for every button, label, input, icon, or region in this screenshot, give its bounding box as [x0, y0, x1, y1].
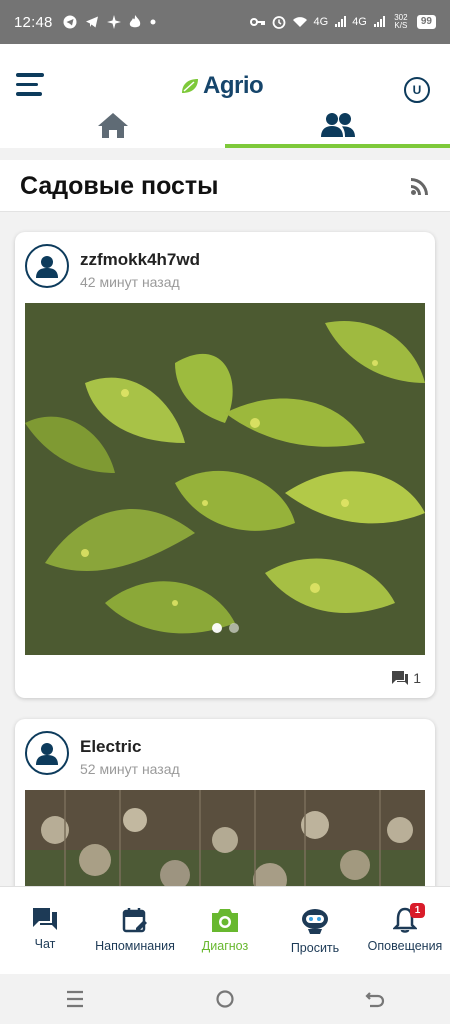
- home-icon: [97, 113, 128, 138]
- flame-icon: [129, 15, 140, 28]
- nav-notifications-label: Оповещения: [367, 939, 443, 953]
- tab-community[interactable]: [225, 108, 450, 148]
- user-initial: U: [412, 83, 422, 97]
- tab-home[interactable]: [0, 108, 225, 148]
- menu-icon-bar: [16, 92, 42, 96]
- user-profile-button[interactable]: U: [404, 77, 430, 103]
- calendar-icon: [122, 908, 147, 933]
- user-icon: [36, 256, 58, 278]
- system-icons: 4G 4G 302 K/S 99: [249, 13, 436, 30]
- signal-icon-2: [373, 16, 385, 27]
- menu-icon-bar: [16, 82, 38, 86]
- battery-indicator: 99: [416, 15, 436, 29]
- speed-label: 302 K/S: [394, 13, 408, 30]
- nav-reminders-label: Напоминания: [95, 939, 175, 953]
- page-title: Садовые посты: [20, 172, 219, 200]
- comments-button[interactable]: 1: [391, 670, 421, 686]
- system-navigation-bar: [0, 974, 450, 1024]
- rss-icon[interactable]: [410, 176, 430, 196]
- notification-badge: 1: [410, 903, 425, 918]
- post-author[interactable]: Electric: [80, 737, 141, 757]
- nav-ask-label: Просить: [290, 941, 340, 955]
- status-time: 12:48: [14, 13, 53, 31]
- recent-apps-icon[interactable]: [65, 990, 85, 1008]
- community-icon: [320, 113, 355, 137]
- carousel-dot[interactable]: [211, 623, 222, 633]
- menu-icon-bar: [16, 73, 44, 77]
- nav-ask[interactable]: Просить: [270, 887, 360, 974]
- app-name: Agrio: [203, 72, 264, 99]
- telegram-plane-icon: [85, 16, 98, 28]
- network-label-2: 4G: [352, 16, 367, 28]
- dot-icon: [150, 19, 156, 25]
- post-author[interactable]: zzfmokk4h7wd: [80, 250, 200, 270]
- signal-icon: [335, 16, 347, 27]
- post-time: 42 минут назад: [80, 274, 180, 290]
- post-image[interactable]: [25, 303, 425, 655]
- camera-icon: [212, 909, 238, 932]
- carousel-dot[interactable]: [228, 623, 239, 633]
- avatar[interactable]: [25, 244, 69, 288]
- nav-notifications[interactable]: 1 Оповещения: [360, 887, 450, 974]
- menu-button[interactable]: [16, 73, 44, 96]
- home-button-icon[interactable]: [215, 989, 235, 1009]
- back-icon[interactable]: [365, 990, 385, 1008]
- app-header: Agrio U: [0, 44, 450, 148]
- robot-icon: [302, 909, 328, 934]
- nav-reminders[interactable]: Напоминания: [90, 887, 180, 974]
- notification-icons: [63, 15, 157, 29]
- key-icon: [249, 18, 265, 26]
- nav-chat-label: Чат: [34, 937, 56, 951]
- nav-chat[interactable]: Чат: [0, 887, 90, 974]
- user-icon: [36, 743, 58, 765]
- status-bar: 12:48 4G 4G 302 K/S 99: [0, 0, 450, 44]
- post-time: 52 минут назад: [80, 761, 180, 777]
- plant-photo: [25, 303, 425, 655]
- telegram-icon: [63, 15, 77, 29]
- chat-icon: [33, 908, 57, 930]
- wifi-icon: [292, 17, 307, 27]
- carousel-dots: [25, 623, 425, 633]
- network-label: 4G: [313, 16, 329, 28]
- nav-diagnosis[interactable]: Диагноз: [180, 887, 270, 974]
- comment-count: 1: [413, 670, 421, 686]
- alarm-icon: [272, 16, 285, 29]
- avatar[interactable]: [25, 731, 69, 775]
- bottom-navigation: Чат Напоминания Диагноз Просить 1 Оповещ…: [0, 886, 450, 974]
- comment-icon: [392, 671, 409, 685]
- feed-header: Садовые посты: [0, 160, 450, 212]
- app-logo: Agrio: [180, 72, 264, 100]
- nav-diagnosis-label: Диагноз: [201, 939, 249, 953]
- leaf-logo-icon: [182, 79, 198, 93]
- post-card[interactable]: zzfmokk4h7wd 42 минут назад 1: [15, 232, 435, 698]
- sparkle-icon: [106, 15, 121, 29]
- feed-tabs: [0, 108, 450, 148]
